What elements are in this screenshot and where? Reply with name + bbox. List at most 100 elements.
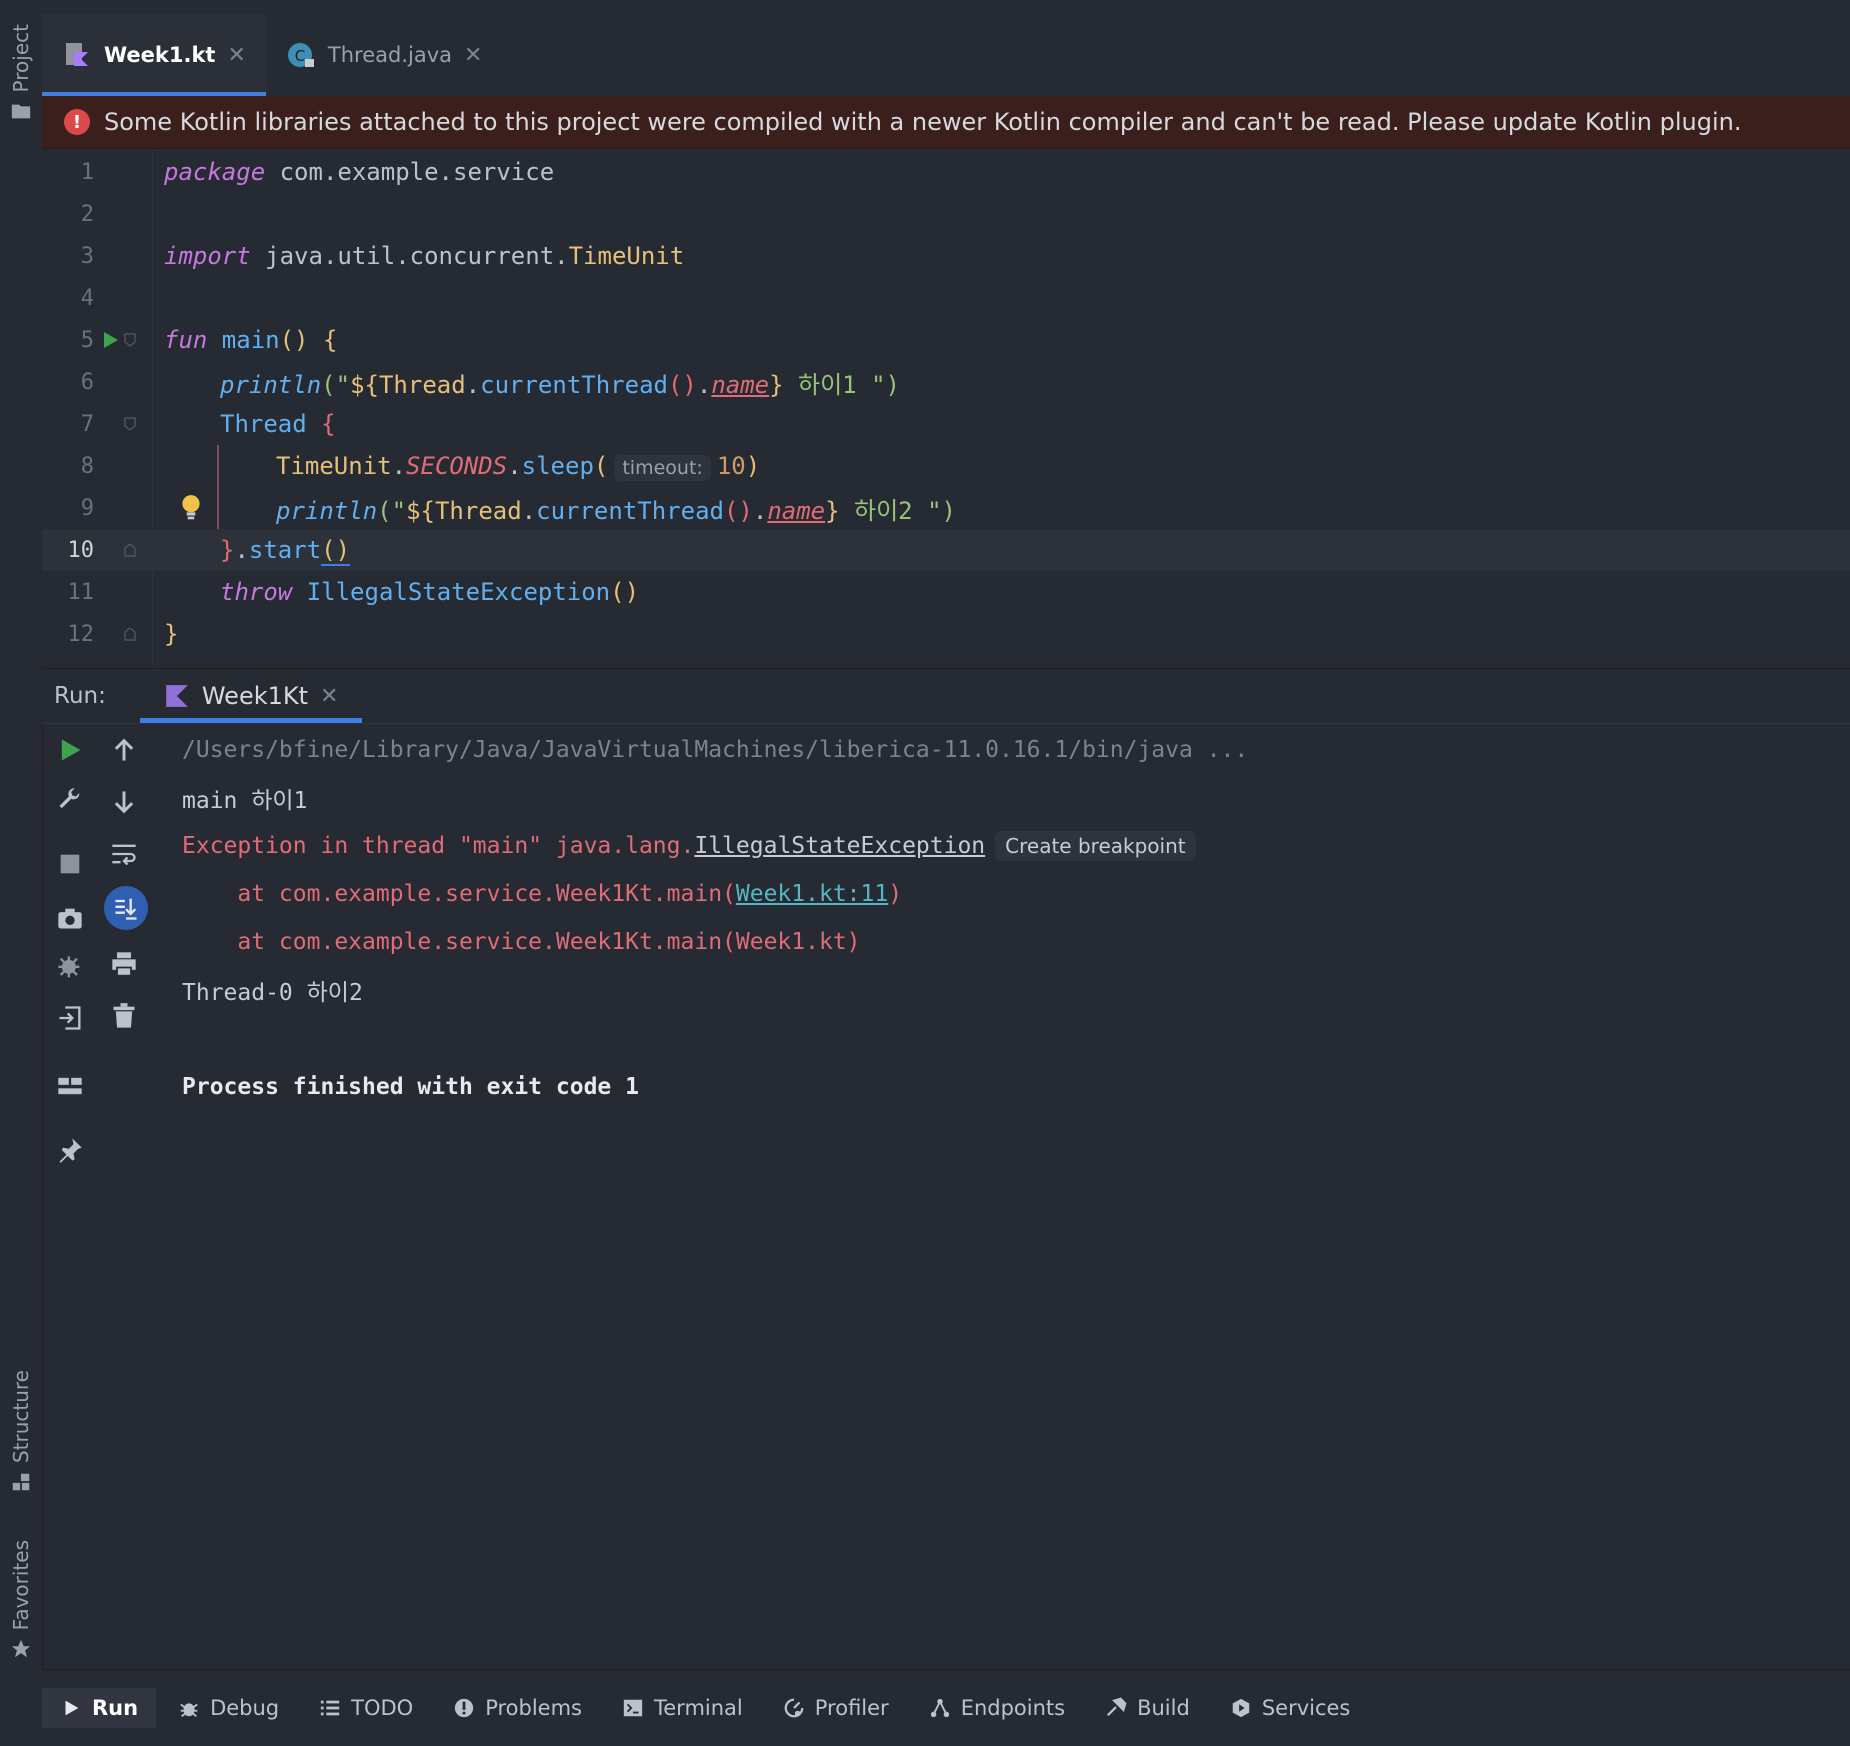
- code-line[interactable]: 6 println("${Thread.currentThread().name…: [42, 361, 1850, 403]
- print-button[interactable]: [104, 944, 144, 984]
- toolwindow-label: TODO: [351, 1696, 414, 1720]
- console-line: at com.example.service.Week1Kt.main(Week…: [182, 922, 860, 962]
- fold-end-icon[interactable]: [124, 543, 136, 557]
- project-tool-button[interactable]: Project: [6, 24, 36, 122]
- toolwindow-label: Debug: [210, 1696, 280, 1720]
- scroll-to-end-icon: [115, 898, 137, 920]
- toolwindow-build[interactable]: Build: [1087, 1688, 1208, 1728]
- code-text: com.example.service: [265, 158, 555, 186]
- scroll-down-button[interactable]: [104, 782, 144, 822]
- exception-class-link[interactable]: IllegalStateException: [694, 833, 985, 859]
- structure-icon: [12, 1473, 30, 1491]
- run-tab-week1kt[interactable]: Week1Kt ✕: [139, 669, 363, 723]
- string: "): [871, 370, 900, 399]
- fold-icon[interactable]: [124, 333, 136, 347]
- run-gutter-icon[interactable]: [100, 330, 120, 350]
- toolwindow-services[interactable]: Services: [1212, 1688, 1369, 1728]
- structure-tool-button[interactable]: Structure: [6, 1370, 36, 1493]
- editor-tabs: Week1.kt ✕ C Thread.java ✕: [42, 0, 1850, 96]
- toolwindow-label: Endpoints: [960, 1696, 1066, 1720]
- scroll-up-button[interactable]: [104, 730, 144, 770]
- process-finished-text: Process finished with exit code 1: [182, 1074, 639, 1100]
- line-number: 6: [80, 369, 94, 395]
- template: ${: [406, 496, 435, 525]
- toolwindow-terminal[interactable]: Terminal: [604, 1688, 761, 1728]
- soft-wrap-icon: [112, 844, 136, 866]
- code-text: .: [696, 370, 712, 399]
- toolwindow-problems[interactable]: Problems: [435, 1688, 600, 1728]
- code-line[interactable]: 5 fun main() {: [42, 319, 1850, 361]
- keyword: throw: [220, 578, 293, 606]
- exit-button[interactable]: [50, 998, 90, 1038]
- code-line[interactable]: 1 package com.example.service: [42, 151, 1850, 193]
- code-line[interactable]: 4: [42, 277, 1850, 319]
- toolwindow-endpoints[interactable]: Endpoints: [911, 1688, 1083, 1728]
- code-line[interactable]: 12 }: [42, 613, 1850, 655]
- close-icon[interactable]: ✕: [227, 43, 245, 68]
- function-call: sleep: [521, 452, 594, 480]
- toolwindow-label: Run: [92, 1696, 139, 1720]
- soft-wrap-button[interactable]: [104, 834, 144, 874]
- scroll-to-end-button[interactable]: [104, 886, 148, 930]
- parameter-hint: timeout:: [614, 455, 711, 481]
- function-call: currentThread: [536, 496, 724, 525]
- stop-button[interactable]: [50, 844, 90, 884]
- class-name: TimeUnit: [276, 452, 392, 480]
- property: name: [711, 370, 770, 399]
- line-number: 5: [80, 327, 94, 353]
- line-number: 2: [80, 201, 94, 227]
- code-line[interactable]: 11 throw IllegalStateException(): [42, 571, 1850, 613]
- create-breakpoint-button[interactable]: Create breakpoint: [995, 831, 1196, 861]
- settings-button[interactable]: [50, 780, 90, 820]
- console-output[interactable]: /Users/bfine/Library/Java/JavaVirtualMac…: [182, 730, 1850, 1666]
- layout-button[interactable]: [50, 1066, 90, 1106]
- line-number: 8: [80, 453, 94, 479]
- toolwindow-label: Profiler: [814, 1696, 889, 1720]
- keyword: package: [164, 158, 266, 186]
- paren: (): [279, 326, 309, 354]
- paren: (: [593, 452, 609, 480]
- tab-thread-java[interactable]: C Thread.java ✕: [266, 14, 503, 96]
- todo-icon: [320, 1700, 340, 1716]
- line-number: 11: [67, 579, 95, 605]
- fold-icon[interactable]: [124, 417, 136, 431]
- string: 하이1: [783, 370, 872, 399]
- source-link[interactable]: Week1.kt:11: [736, 881, 888, 907]
- toolwindow-label: Problems: [485, 1696, 582, 1720]
- code-editor[interactable]: 1 package com.example.service 2 3 import…: [42, 150, 1850, 665]
- favorites-tool-button[interactable]: Favorites: [6, 1540, 36, 1660]
- folder-icon: [11, 105, 31, 119]
- project-label: Project: [9, 24, 33, 93]
- toolwindow-profiler[interactable]: Profiler: [765, 1688, 907, 1728]
- rerun-button[interactable]: [50, 730, 90, 770]
- code-line-current[interactable]: 10 }.start(): [42, 529, 1850, 571]
- code-line[interactable]: 7 Thread {: [42, 403, 1850, 445]
- class-name: TimeUnit: [568, 242, 685, 270]
- constant: SECONDS: [406, 452, 508, 480]
- console-line: Thread-0 하이2: [182, 970, 363, 1010]
- console-line: Exception in thread "main" java.lang. Ill…: [182, 826, 1196, 866]
- code-text: .: [752, 496, 768, 525]
- clear-all-button[interactable]: [104, 996, 144, 1036]
- toolwindow-debug[interactable]: Debug: [160, 1688, 297, 1728]
- restore-layout-button[interactable]: [50, 948, 90, 988]
- close-icon[interactable]: ✕: [464, 43, 482, 68]
- toolwindow-todo[interactable]: TODO: [301, 1688, 431, 1728]
- line-number: 1: [80, 159, 94, 185]
- close-icon[interactable]: ✕: [320, 684, 338, 709]
- services-icon: [1232, 1698, 1250, 1718]
- banner-message: Some Kotlin libraries attached to this p…: [104, 108, 1742, 136]
- tab-week1-kt[interactable]: Week1.kt ✕: [42, 14, 266, 96]
- code-line[interactable]: 3 import java.util.concurrent.TimeUnit: [42, 235, 1850, 277]
- toolwindow-run[interactable]: Run: [42, 1688, 157, 1728]
- code-line[interactable]: 9 println("${Thread.currentThread().name…: [42, 487, 1850, 529]
- lightbulb-icon[interactable]: [180, 494, 202, 522]
- dump-threads-button[interactable]: [50, 898, 90, 938]
- tab-label: Thread.java: [327, 43, 453, 67]
- code-line[interactable]: 8 TimeUnit.SECONDS.sleep(timeout: 10): [42, 445, 1850, 529]
- fold-end-icon[interactable]: [124, 627, 136, 641]
- run-icon: [65, 1700, 79, 1716]
- code-line[interactable]: 2: [42, 193, 1850, 235]
- function-call: start: [248, 536, 322, 564]
- pin-tab-button[interactable]: [50, 1130, 90, 1170]
